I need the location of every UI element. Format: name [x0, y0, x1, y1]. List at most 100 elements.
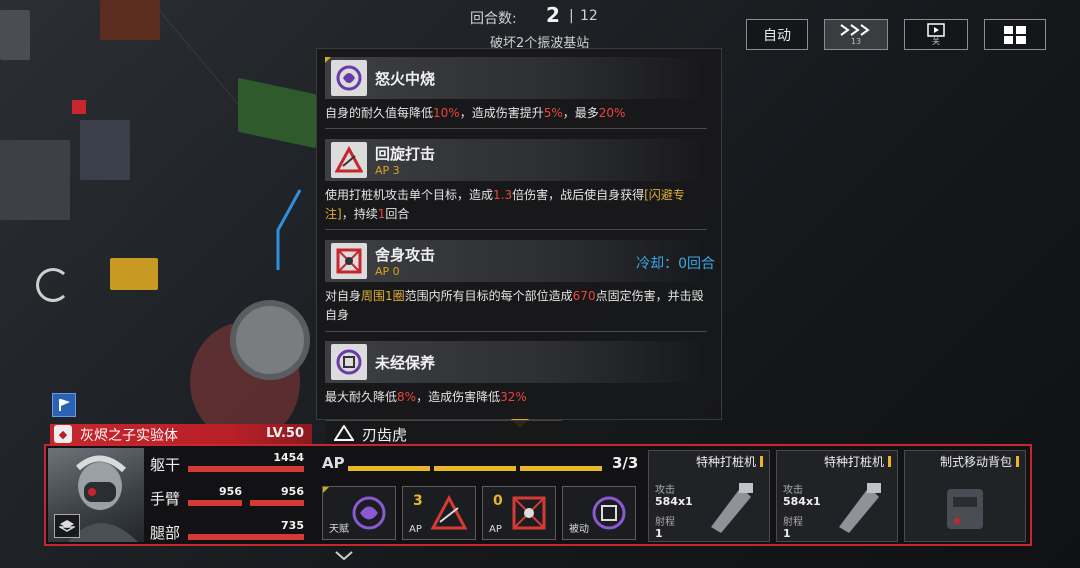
auto-button-label: 自动 — [763, 27, 791, 44]
hp-value-left-arm: 956 — [219, 485, 242, 498]
swirl-talent-icon — [349, 493, 389, 533]
skill-name: 舍身攻击 — [375, 246, 436, 264]
desc-segment: 670 — [572, 289, 596, 303]
desc-segment: 自身的耐久值每降低 — [325, 106, 434, 120]
desc-segment: 范围内所有目标的每个部位造成 — [404, 289, 573, 303]
desc-segment: 倍伤害，战后使自身获得 — [512, 188, 645, 202]
weapon-title: 特种打桩机 — [824, 453, 891, 470]
slot-tag: 天赋 — [329, 524, 349, 535]
menu-button[interactable] — [984, 19, 1046, 50]
weapon-stat-label: 射程 — [655, 517, 675, 528]
skill-cooldown: 冷却：0回合 — [636, 256, 715, 272]
skill-header-self-destruct: 舍身攻击 AP 0 冷却：0回合 — [325, 240, 715, 282]
flag-icon — [59, 399, 70, 411]
slot-ap-number: 3 — [413, 493, 423, 509]
desc-segment: 10% — [433, 106, 460, 120]
skill-slot-spin-strike[interactable]: 3 AP — [402, 486, 476, 540]
round-label: 回合数: — [470, 11, 517, 27]
turn-dial-icon — [36, 268, 70, 302]
maintenance-icon — [331, 344, 367, 380]
round-current: 2 — [546, 3, 560, 27]
ap-segment — [434, 466, 516, 471]
round-separator: | — [569, 8, 574, 24]
weapon-card-2[interactable]: 特种打桩机 攻击 584x1 射程 1 — [776, 450, 898, 542]
skill-slot-talent[interactable]: 天赋 — [322, 486, 396, 540]
unit-status-panel: 躯干 1454 手臂 956 956 腿部 735 AP 3/3 天赋 3 AP… — [44, 444, 1032, 546]
skill-desc-wrath: 自身的耐久值每降低10%，造成伤害提升5%，最多20% — [325, 104, 713, 123]
skill-desc-self-destruct: 对自身周围1圈范围内所有目标的每个部位造成670点固定伤害，并击毁自身 — [325, 287, 713, 325]
slot-tag: AP — [409, 524, 422, 535]
weapon-stat-value: 584x1 — [783, 495, 821, 508]
skill-ap-cost: AP 0 — [375, 265, 400, 278]
pile-driver-icon — [711, 483, 753, 533]
chevron-down-icon[interactable] — [334, 550, 354, 562]
unit-nameplate: ◆ 灰烬之子实验体 LV.50 — [50, 424, 312, 444]
skill-desc-maintenance: 最大耐久降低8%，造成伤害降低32% — [325, 388, 713, 407]
layers-icon[interactable] — [54, 514, 80, 538]
hp-value-legs: 735 — [281, 519, 304, 532]
desc-segment: ，持续 — [341, 207, 378, 221]
backpack-icon — [947, 489, 983, 529]
hp-bar-torso — [188, 466, 304, 472]
desc-segment: ，造成伤害提升 — [459, 106, 544, 120]
maintenance-icon — [589, 493, 629, 533]
skill-header-spin-strike: 回旋打击 AP 3 — [325, 139, 707, 181]
skill-desc-spin-strike: 使用打桩机攻击单个目标，造成1.3倍伤害，战后使自身获得[闪避专注]，持续1回合 — [325, 186, 713, 224]
hp-bar-left-arm — [188, 500, 242, 506]
video-button[interactable]: 关 — [904, 19, 968, 50]
unit-level: LV.50 — [266, 426, 304, 441]
speed-button-sub: 13 — [850, 37, 862, 46]
round-max: 12 — [580, 8, 598, 24]
part-label-arms: 手臂 — [150, 490, 181, 508]
hp-bar-right-arm — [250, 500, 304, 506]
enemy-name: 刃齿虎 — [362, 426, 408, 444]
desc-segment: 最大耐久降低 — [325, 390, 398, 404]
desc-segment: 对自身 — [325, 289, 362, 303]
ap-segment — [348, 466, 430, 471]
ap-count: 3/3 — [612, 454, 639, 472]
skill-name: 怒火中烧 — [375, 70, 436, 88]
hp-value-right-arm: 956 — [281, 485, 304, 498]
desc-segment: ，最多 — [562, 106, 599, 120]
grid-menu-icon — [1004, 25, 1026, 44]
weapon-stat-value: 584x1 — [655, 495, 693, 508]
weapon-stat-label: 攻击 — [655, 485, 675, 496]
slot-tag: AP — [489, 524, 502, 535]
slot-tag: 被动 — [569, 524, 589, 535]
desc-segment: 20% — [598, 106, 626, 120]
skill-tooltip: 怒火中烧 自身的耐久值每降低10%，造成伤害提升5%，最多20% 回旋打击 AP… — [316, 48, 722, 428]
skill-header-wrath: 怒火中烧 — [325, 57, 707, 99]
weapon-stat-value: 1 — [783, 527, 791, 540]
auto-button[interactable]: 自动 — [746, 19, 808, 50]
video-button-sub: 关 — [932, 37, 940, 46]
desc-segment: 32% — [500, 390, 527, 404]
desc-segment: 周围1圈 — [361, 289, 405, 303]
desc-segment: 1.3 — [493, 188, 513, 202]
part-label-torso: 躯干 — [150, 456, 181, 474]
weapon-stat-label: 攻击 — [783, 485, 803, 496]
enemy-marker-icon[interactable] — [72, 100, 86, 114]
spin-strike-icon — [331, 142, 367, 178]
swirl-talent-icon — [331, 60, 367, 96]
desc-segment: 5% — [543, 106, 563, 120]
pile-driver-icon — [839, 483, 881, 533]
film-icon — [927, 23, 945, 37]
desc-segment: 8% — [397, 390, 417, 404]
weapon-title: 制式移动背包 — [940, 453, 1019, 470]
unit-portrait[interactable] — [48, 448, 144, 542]
weapon-card-backpack[interactable]: 制式移动背包 — [904, 450, 1026, 542]
speed-button[interactable]: 13 — [824, 19, 888, 50]
enemy-nameplate[interactable]: 刃齿虎 — [326, 420, 562, 444]
skill-name: 回旋打击 — [375, 145, 436, 163]
skill-slot-passive[interactable]: 被动 — [562, 486, 636, 540]
skill-name: 未经保养 — [375, 354, 436, 372]
unit-class-icon: ◆ — [54, 425, 72, 443]
spin-strike-icon — [429, 493, 469, 533]
ap-label: AP — [322, 454, 345, 472]
hp-value-torso: 1454 — [273, 451, 304, 464]
weapon-card-1[interactable]: 特种打桩机 攻击 584x1 射程 1 — [648, 450, 770, 542]
self-destruct-icon — [331, 243, 367, 279]
flag-button[interactable] — [52, 393, 76, 417]
weapon-title: 特种打桩机 — [696, 453, 763, 470]
skill-slot-self-destruct[interactable]: 0 AP — [482, 486, 556, 540]
